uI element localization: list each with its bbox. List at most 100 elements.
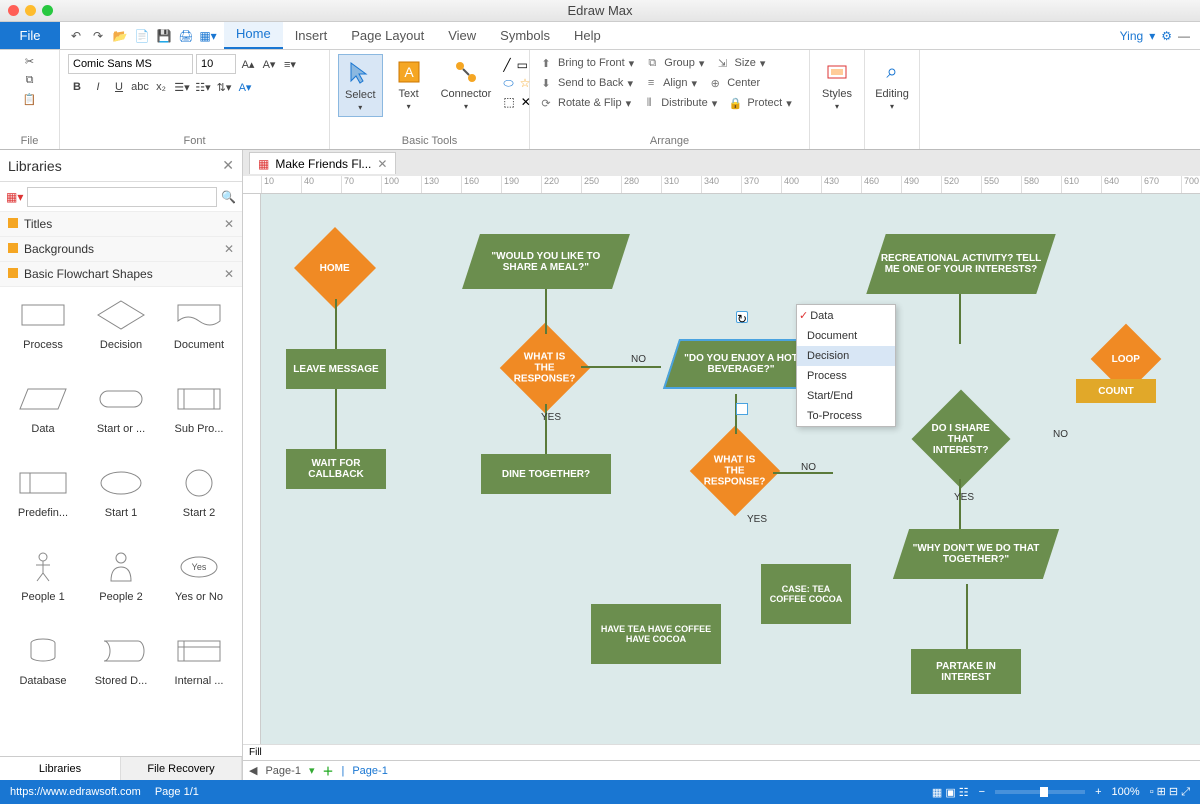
print-icon[interactable]: 🖨 [178, 28, 194, 44]
shape-para[interactable]: Data [4, 379, 82, 463]
node-wait-callback[interactable]: WAIT FOR CALLBACK [286, 449, 386, 489]
redo-icon[interactable]: ↷ [90, 28, 106, 44]
library-menu-icon[interactable]: ▦▾ [6, 190, 23, 204]
tab-libraries[interactable]: Libraries [0, 757, 121, 780]
node-response1[interactable]: WHAT IS THE RESPONSE? [500, 323, 591, 414]
bold-button[interactable]: B [68, 78, 86, 96]
window-controls[interactable] [8, 5, 53, 16]
node-why-not[interactable]: "WHY DON'T WE DO THAT TOGETHER?" [893, 529, 1059, 579]
group-icon[interactable]: ⧉ [644, 55, 660, 71]
library-search-input[interactable] [27, 187, 217, 207]
node-dine[interactable]: DINE TOGETHER? [481, 454, 611, 494]
font-family-select[interactable] [68, 54, 193, 74]
view-mode-icon[interactable]: ▦ ▣ ☷ [932, 786, 969, 799]
protect-icon[interactable]: 🔒 [727, 95, 743, 111]
star-icon[interactable]: ☆ [520, 76, 531, 91]
size-icon[interactable]: ⇲ [715, 55, 731, 71]
shape-rect[interactable]: Process [4, 295, 82, 379]
node-count[interactable]: COUNT [1076, 379, 1156, 403]
shape-internal[interactable]: Internal ... [160, 631, 238, 715]
zoom-slider[interactable] [995, 790, 1085, 794]
ctx-item[interactable]: Decision [797, 346, 895, 366]
crop-icon[interactable]: ⬚ [503, 95, 514, 109]
line-icon[interactable]: ╱ [503, 58, 510, 72]
styles-button[interactable]: Styles▾ [816, 54, 858, 115]
canvas[interactable]: HOME LEAVE MESSAGE WAIT FOR CALLBACK "WO… [261, 194, 1200, 744]
align-icon2[interactable]: ≡ [643, 75, 659, 91]
underline-button[interactable]: U [110, 78, 128, 96]
shape-circle[interactable]: Start 2 [160, 463, 238, 547]
connector-tool-button[interactable]: Connector▾ [435, 54, 498, 115]
numbering-icon[interactable]: ☷▾ [194, 78, 212, 96]
category-backgrounds[interactable]: Backgrounds✕ [0, 237, 242, 262]
shape-predef[interactable]: Predefin... [4, 463, 82, 547]
tab-insert[interactable]: Insert [283, 22, 340, 49]
close-tab-icon[interactable]: ✕ [377, 157, 387, 171]
tab-symbols[interactable]: Symbols [488, 22, 562, 49]
shape-doc[interactable]: Document [160, 295, 238, 379]
tab-view[interactable]: View [436, 22, 488, 49]
ctx-item[interactable]: Data [797, 305, 895, 326]
fit-icons[interactable]: ▫ ⊞ ⊟ ⤢ [1150, 785, 1190, 799]
ellipse-icon[interactable]: ⬭ [503, 76, 513, 91]
shape-diamond[interactable]: Decision [82, 295, 160, 379]
send-back-icon[interactable]: ⬇ [538, 75, 554, 91]
add-page-icon[interactable]: ＋ [322, 763, 333, 779]
editing-button[interactable]: ⌕ Editing▾ [869, 54, 915, 115]
shrink-font-icon[interactable]: A▾ [260, 55, 278, 73]
cut-icon[interactable]: ✂ [25, 54, 34, 69]
rotate-icon[interactable]: ⟳ [538, 95, 554, 111]
settings-icon[interactable]: ⚙ [1161, 29, 1172, 43]
ctx-item[interactable]: To-Process [797, 406, 895, 426]
strike-button[interactable]: abc [131, 78, 149, 96]
category-basic-flowchart[interactable]: Basic Flowchart Shapes✕ [0, 262, 242, 287]
shape-round[interactable]: Start or ... [82, 379, 160, 463]
shape-stored[interactable]: Stored D... [82, 631, 160, 715]
tab-home[interactable]: Home [224, 20, 283, 49]
paste-icon[interactable]: 📋 [23, 92, 37, 107]
zoom-in-icon[interactable]: + [1095, 786, 1101, 798]
open-icon[interactable]: 📂 [112, 28, 128, 44]
category-titles[interactable]: Titles✕ [0, 212, 242, 237]
select-tool-button[interactable]: Select▾ [338, 54, 383, 117]
undo-icon[interactable]: ↶ [68, 28, 84, 44]
sub-button[interactable]: x₂ [152, 78, 170, 96]
user-name[interactable]: Ying [1120, 29, 1144, 43]
ctx-item[interactable]: Process [797, 366, 895, 386]
node-partake[interactable]: PARTAKE IN INTEREST [911, 649, 1021, 694]
save-icon[interactable]: 💾 [156, 28, 172, 44]
maximize-icon[interactable] [42, 5, 53, 16]
node-share-meal[interactable]: "WOULD YOU LIKE TO SHARE A MEAL?" [462, 234, 630, 289]
shape-yesno[interactable]: YesYes or No [160, 547, 238, 631]
shape-type-menu[interactable]: DataDocumentDecisionProcessStart/EndTo-P… [796, 304, 896, 427]
page-tab-1[interactable]: Page-1 [265, 765, 300, 777]
node-case[interactable]: CASE: TEA COFFEE COCOA [761, 564, 851, 624]
align-icon[interactable]: ≡▾ [281, 55, 299, 73]
ctx-item[interactable]: Start/End [797, 386, 895, 406]
rect-icon[interactable]: ▭ [517, 58, 528, 72]
distribute-icon[interactable]: ⫴ [641, 95, 657, 111]
bring-front-icon[interactable]: ⬆ [538, 55, 554, 71]
tab-page-layout[interactable]: Page Layout [339, 22, 436, 49]
page-tab-1b[interactable]: Page-1 [352, 765, 387, 777]
italic-button[interactable]: I [89, 78, 107, 96]
preview-icon[interactable]: ▦▾ [200, 28, 216, 44]
node-share-interest[interactable]: DO I SHARE THAT INTEREST? [912, 390, 1011, 489]
tab-help[interactable]: Help [562, 22, 613, 49]
chevron-down-icon[interactable]: ▾ [1149, 29, 1155, 43]
new-icon[interactable]: 📄 [134, 28, 150, 44]
shape-person[interactable]: People 2 [82, 547, 160, 631]
shape-stick[interactable]: People 1 [4, 547, 82, 631]
shape-ellipse[interactable]: Start 1 [82, 463, 160, 547]
minimize-icon[interactable] [25, 5, 36, 16]
page-nav-prev-icon[interactable]: ◀ [249, 764, 257, 777]
zoom-out-icon[interactable]: − [979, 786, 985, 798]
font-color-icon[interactable]: A▾ [236, 78, 254, 96]
spacing-icon[interactable]: ⇅▾ [215, 78, 233, 96]
grow-font-icon[interactable]: A▴ [239, 55, 257, 73]
close-library-icon[interactable]: ✕ [222, 157, 234, 174]
center-icon[interactable]: ⊕ [707, 75, 723, 91]
copy-icon[interactable]: ⧉ [26, 73, 34, 88]
close-icon[interactable] [8, 5, 19, 16]
file-menu-button[interactable]: File [0, 22, 60, 49]
